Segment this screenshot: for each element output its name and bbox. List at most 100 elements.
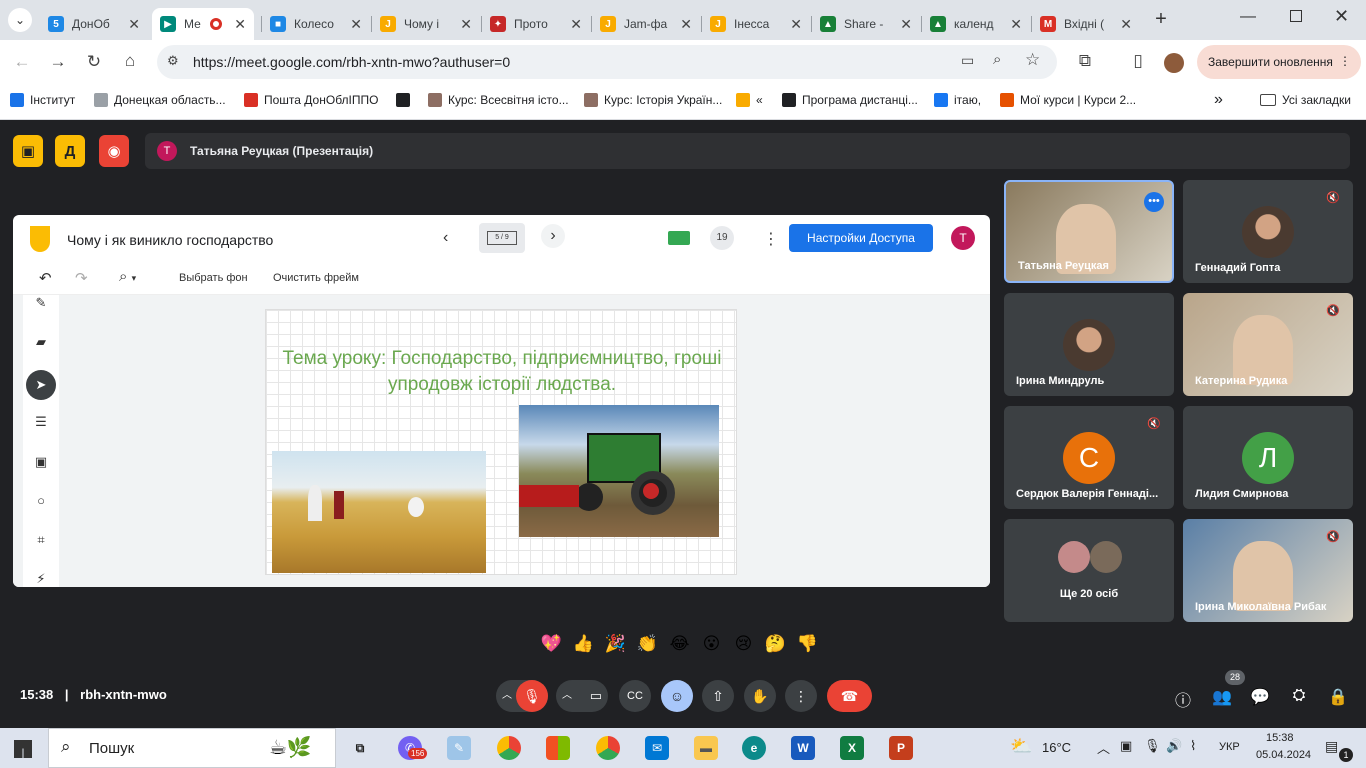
mic-tray-icon[interactable]: 🎙 [1144,738,1161,754]
chrome-active-icon[interactable] [596,736,620,760]
close-tab-icon[interactable]: ✕ [570,16,582,33]
reaction-emoji[interactable]: 🤔 [764,634,787,654]
image-icon[interactable]: ▣ [29,450,53,474]
share-settings-button[interactable]: Настройки Доступа [789,224,933,252]
participant-tile[interactable]: Л Лидия Смирнова [1183,406,1353,509]
back-icon[interactable]: ← [10,52,34,72]
host-controls-icon[interactable]: 🔒 [1326,687,1350,707]
windows-start-icon[interactable] [14,740,32,758]
clock-date[interactable]: 05.04.2024 [1256,749,1311,761]
close-tab-icon[interactable]: ✕ [460,16,472,33]
select-icon[interactable]: ➤ [26,370,56,400]
bookmark-item[interactable]: Пошта ДонОблІППО [244,93,378,107]
activities-icon[interactable]: ⛭ [1287,687,1311,705]
reaction-emoji[interactable]: 👏 [636,634,659,654]
camera-button[interactable]: ︿ ▭ [556,680,608,712]
close-tab-icon[interactable]: ✕ [1120,16,1132,33]
next-frame-icon[interactable]: › [541,224,565,248]
circle-icon[interactable]: ○ [29,489,53,513]
sticky-note-icon[interactable]: ☰ [29,410,53,434]
mic-off-icon[interactable]: 🎙 [516,680,548,712]
redo-icon[interactable]: ↷ [75,269,88,287]
task-view-icon[interactable]: ⧉ [348,736,372,760]
eraser-icon[interactable]: ▰ [29,330,53,354]
app-icon[interactable]: ✎ [447,736,471,760]
emoji-button[interactable]: ☺ [661,680,693,712]
jamboard-button[interactable]: Д [55,135,85,167]
participant-tile[interactable]: Ще 20 осіб [1004,519,1174,622]
harvest-painting-image[interactable] [272,451,486,573]
user-avatar[interactable]: Т [951,226,975,250]
chat-icon[interactable]: 💬 [1248,687,1272,707]
bookmark-item[interactable] [396,93,416,107]
people-icon[interactable]: 👥 [1210,687,1234,707]
notification-icon[interactable]: ▤ [1325,738,1338,755]
url-text[interactable]: https://meet.google.com/rbh-xntn-mwo?aut… [193,54,510,70]
meet-icon[interactable] [668,231,690,245]
present-button[interactable]: ⇧ [702,680,734,712]
jamboard-frame[interactable]: Тема уроку: Господарство, підприємництво… [265,309,737,575]
store-icon[interactable] [546,736,570,760]
reaction-emoji[interactable]: 👎 [796,634,819,654]
participant-tile[interactable]: 🔇 Ірина Миколаївна Рибак [1183,519,1353,622]
clear-frame-button[interactable]: Очистить фрейм [273,272,359,284]
reaction-emoji[interactable]: 😂 [668,634,691,654]
browser-tab[interactable]: ■ Колесо ✕ [262,8,370,40]
volume-icon[interactable]: 🔊 [1166,738,1182,754]
browser-tab[interactable]: ▲ календ ✕ [922,8,1030,40]
camera-tray-icon[interactable]: ▣ [1120,738,1132,754]
pen-icon[interactable]: ✎ [29,291,53,315]
more-options-button[interactable]: ⋮ [785,680,817,712]
more-vert-icon[interactable]: ⋮ [1339,54,1351,68]
browser-tab[interactable]: M Вхідні (✕ [1032,8,1140,40]
close-tab-icon[interactable]: ✕ [680,16,692,33]
chevron-up-icon[interactable]: ︿ [502,680,512,712]
weather-temp[interactable]: 16°C [1042,740,1071,755]
bookmark-item[interactable]: Програма дистанці... [782,93,918,107]
profile-avatar[interactable] [1164,53,1184,73]
stop-presenting-button[interactable]: ▣ [13,135,43,167]
bookmark-item[interactable]: Інститут [10,93,75,107]
jamboard-title[interactable]: Чому і як виникло господарство [67,232,273,248]
home-icon[interactable]: ⌂ [118,51,142,71]
participant-tile[interactable]: Ірина Миндруль [1004,293,1174,396]
close-tab-icon[interactable]: ✕ [234,16,246,33]
browser-tab[interactable]: J Jam-фа ✕ [592,8,700,40]
browser-tab[interactable]: ▶ Ме ✕ [152,8,254,40]
reaction-emoji[interactable]: 😢 [732,634,755,654]
text-box-icon[interactable]: ⌗ [29,528,53,552]
forward-icon[interactable]: → [46,52,70,72]
camera-icon[interactable]: ▭ [590,680,602,712]
chevron-up-icon[interactable]: ︿ [562,680,572,712]
taskbar-search[interactable]: ⌕ Пошук ☕🌿 [48,728,336,768]
more-options-icon[interactable]: ••• [1144,192,1164,212]
more-vert-icon[interactable]: ⋮ [763,229,779,249]
excel-icon[interactable]: X [840,736,864,760]
wifi-icon[interactable]: ⌇ [1190,738,1196,754]
reaction-emoji[interactable]: 😮 [700,634,723,654]
minimize-button[interactable]: — [1240,8,1256,26]
clock-time[interactable]: 15:38 [1266,732,1294,744]
participant-tile[interactable]: 🔇 Катерина Рудика [1183,293,1353,396]
bookmark-star-icon[interactable]: ☆ [1025,50,1040,70]
bookmark-item[interactable]: ітаю, [934,93,981,107]
participant-tile[interactable]: 🔇 Геннадий Гопта [1183,180,1353,283]
new-tab-button[interactable]: + [1150,8,1172,31]
set-background-button[interactable]: Выбрать фон [179,272,248,284]
site-info-icon[interactable]: ⚙ [167,53,179,69]
bookmark-item[interactable]: Мої курси | Курси 2... [1000,93,1136,107]
bookmark-item[interactable]: Курс: Історія Україн... [584,93,722,107]
browser-tab[interactable]: J Інесса ✕ [702,8,810,40]
participant-tile[interactable]: ••• Татьяна Реуцкая [1004,180,1174,283]
captions-button[interactable]: CC [619,680,651,712]
bookmark-item[interactable]: Донецкая область... [94,93,226,107]
edge-icon[interactable]: e [742,736,766,760]
close-window-button[interactable]: ✕ [1334,6,1349,27]
leave-call-button[interactable]: ☎ [827,680,872,712]
extensions-icon[interactable]: ⧉ [1073,51,1097,71]
browser-tab[interactable]: ▲ Share - ✕ [812,8,920,40]
word-icon[interactable]: W [791,736,815,760]
prev-frame-icon[interactable]: ‹ [443,229,448,247]
camera-icon[interactable]: ▭ [961,52,974,69]
bookmark-item[interactable]: Курс: Всесвітня істо... [428,93,569,107]
